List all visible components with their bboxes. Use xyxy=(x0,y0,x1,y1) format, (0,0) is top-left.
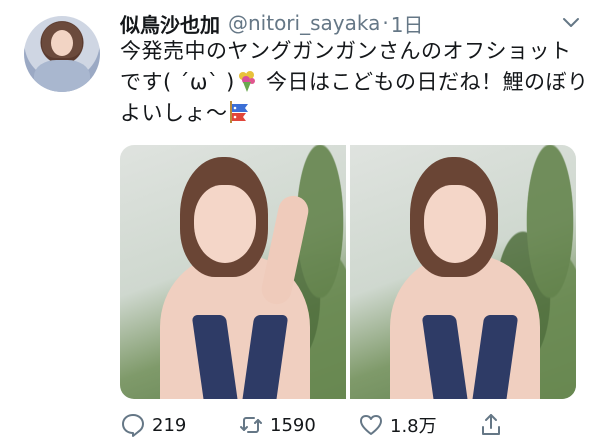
avatar-face xyxy=(51,30,73,56)
avatar-body xyxy=(34,60,90,92)
action-bar: 219 1590 1.8万 xyxy=(120,408,580,442)
separator: · xyxy=(382,11,389,35)
reply-button[interactable]: 219 xyxy=(120,408,186,442)
retweet-icon xyxy=(240,417,262,433)
tweet-text: 今発売中のヤングガンガンさんのオフショットです( ´ω` ) 今日はこどもの日だ… xyxy=(120,36,590,129)
photo-subject-face xyxy=(194,185,256,263)
reply-count: 219 xyxy=(152,414,187,436)
bouquet-emoji-icon xyxy=(238,71,255,92)
tweet-header: 似鳥沙也加 @nitori_sayaka · 1日 xyxy=(120,8,423,38)
like-count: 1.8万 xyxy=(390,416,437,437)
photo-subject-face xyxy=(424,185,486,263)
chevron-down-icon[interactable] xyxy=(560,14,582,32)
retweet-button[interactable]: 1590 xyxy=(238,408,316,442)
avatar[interactable] xyxy=(24,16,100,92)
display-name[interactable]: 似鳥沙也加 xyxy=(120,9,220,38)
handle[interactable]: @nitori_sayaka xyxy=(228,11,380,35)
photo-2[interactable] xyxy=(350,145,576,399)
like-button[interactable]: 1.8万 xyxy=(358,408,437,442)
photo-1[interactable] xyxy=(120,145,346,399)
heart-icon xyxy=(360,415,382,435)
retweet-count: 1590 xyxy=(270,414,316,436)
koinobori-emoji-icon xyxy=(229,101,248,123)
reply-icon xyxy=(122,414,144,437)
share-button[interactable] xyxy=(478,408,504,442)
media-grid xyxy=(120,145,576,399)
share-icon xyxy=(482,414,500,435)
timestamp[interactable]: 1日 xyxy=(391,9,424,38)
